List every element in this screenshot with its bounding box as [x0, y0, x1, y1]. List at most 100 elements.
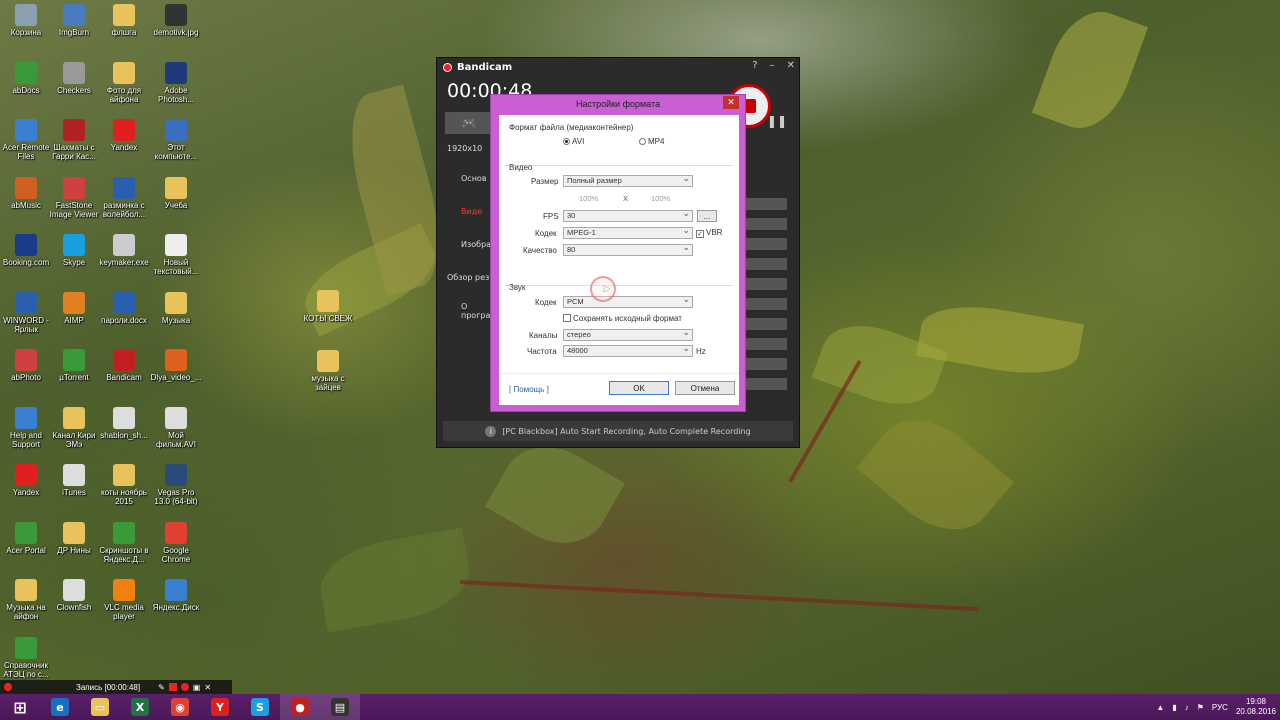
help-link[interactable]: [ Помощь ]: [509, 385, 549, 394]
sidebar-item-image[interactable]: Изображ: [445, 228, 498, 261]
taskbar-chrome-button[interactable]: ◉: [160, 694, 200, 720]
desktop-icon[interactable]: µTorrent: [48, 349, 100, 382]
volume-icon[interactable]: ♪: [1185, 703, 1189, 712]
dialog-close-button[interactable]: ✕: [723, 96, 739, 109]
sidebar-item-video[interactable]: Виде: [445, 195, 495, 228]
desktop-icon[interactable]: Канал Кири ЭМэ: [48, 406, 100, 449]
desktop-icon[interactable]: Acer Remote Files: [0, 119, 52, 161]
desktop-icon[interactable]: keymaker.exe: [98, 234, 150, 267]
game-mode-tab[interactable]: 🎮: [445, 112, 493, 134]
ok-button[interactable]: OK: [609, 381, 669, 395]
quality-select[interactable]: 80: [563, 242, 693, 256]
tray-arrow-icon[interactable]: ▲: [1156, 703, 1164, 712]
desktop-icon[interactable]: WINWORD - Ярлык: [0, 291, 52, 334]
desktop-icon[interactable]: Google Chrome: [150, 521, 202, 564]
desktop-icon[interactable]: Учеба: [150, 176, 202, 210]
clock[interactable]: 19:08 20.08.2016: [1236, 697, 1276, 717]
desktop-icon[interactable]: Checkers: [48, 61, 100, 95]
audio-codec-select[interactable]: PCM: [563, 294, 693, 308]
taskbar-ie-button[interactable]: e: [40, 694, 80, 720]
cancel-button[interactable]: Отмена: [675, 381, 735, 395]
flag-icon[interactable]: ⚑: [1197, 703, 1204, 712]
language-indicator[interactable]: РУС: [1212, 703, 1228, 712]
desktop-icon[interactable]: коты ноябрь 2015: [98, 464, 150, 506]
sidebar-item-general[interactable]: Основ: [445, 162, 495, 195]
stop-icon[interactable]: [168, 683, 177, 691]
mp4-radio[interactable]: MP4: [639, 137, 664, 146]
recording-status-bar[interactable]: Запись [00:00:48] ✎ ▣ ✕: [0, 680, 232, 694]
desktop-icon[interactable]: Bandicam: [98, 349, 150, 382]
desktop-icon[interactable]: Корзина: [0, 4, 52, 37]
fps-select[interactable]: 30: [563, 208, 693, 222]
taskbar-explorer-button[interactable]: ▭: [80, 694, 120, 720]
desktop-icon[interactable]: Музыка на айфон: [0, 579, 52, 621]
desktop-icon[interactable]: abDocs: [0, 61, 52, 95]
desktop-icon[interactable]: Acer Portal: [0, 521, 52, 555]
desktop-icon[interactable]: разминка с волейбол...: [98, 176, 150, 219]
desktop-icon[interactable]: Adobe Photosh...: [150, 61, 202, 104]
desktop-icon[interactable]: Мой фильм.AVI: [150, 406, 202, 449]
taskbar-skype-button[interactable]: S: [240, 694, 280, 720]
taskbar-bandicam-button[interactable]: ●: [280, 694, 320, 720]
network-icon[interactable]: ▮: [1172, 703, 1176, 712]
desktop-icon[interactable]: shablon_sh...: [98, 406, 150, 440]
desktop-icon[interactable]: iTunes: [48, 464, 100, 497]
desktop-icon[interactable]: ДР Нины: [48, 521, 100, 555]
desktop-icon[interactable]: Yandex: [98, 119, 150, 152]
codec-select[interactable]: MPEG-1: [563, 225, 693, 239]
desktop-icon[interactable]: флшга: [98, 4, 150, 37]
taskbar-start-button[interactable]: ⊞: [0, 694, 40, 720]
desktop-icon-label: abMusic: [11, 200, 41, 210]
sidebar-item-about[interactable]: О програ: [445, 294, 495, 327]
desktop-icon[interactable]: Новый текстовый...: [150, 234, 202, 276]
desktop-icon[interactable]: Фото для айфона: [98, 61, 150, 104]
desktop-icon[interactable]: Help and Support: [0, 406, 52, 449]
taskbar-vegas-button[interactable]: ▤: [320, 694, 360, 720]
channels-select[interactable]: стерео: [563, 327, 693, 341]
close-button[interactable]: ✕: [787, 60, 795, 71]
desktop-icon[interactable]: Booking.com: [0, 234, 52, 267]
camera-icon[interactable]: ▣: [193, 683, 201, 692]
help-button[interactable]: ?: [752, 60, 757, 71]
format-settings-dialog[interactable]: Настройки формата ✕ Формат файла (медиак…: [490, 94, 746, 412]
bandicam-titlebar[interactable]: Bandicam: [437, 58, 799, 76]
pause-icon[interactable]: ❚❚: [767, 114, 787, 128]
desktop-icon[interactable]: музыка с зайцев: [302, 350, 354, 392]
sidebar-item-output[interactable]: Обзор резу: [445, 261, 495, 294]
desktop-icon[interactable]: пароли.docx: [98, 291, 150, 325]
desktop-icon[interactable]: ImgBurn: [48, 4, 100, 37]
keymaker-icon: [113, 234, 135, 256]
desktop-icon[interactable]: КОТЫ СВЕЖ: [302, 290, 354, 323]
bandicam-title: Bandicam: [457, 61, 513, 73]
desktop-icon[interactable]: abPhoto: [0, 349, 52, 382]
desktop-icon[interactable]: VLC media player: [98, 579, 150, 621]
desktop-icon[interactable]: Vegas Pro 13.0 (64-bit): [150, 464, 202, 506]
desktop-icon[interactable]: Dlya_video_...: [150, 349, 202, 382]
frequency-select[interactable]: 48000: [563, 343, 693, 357]
size-select[interactable]: Полный размер: [563, 173, 693, 187]
record-icon[interactable]: [180, 683, 189, 691]
desktop-icon[interactable]: Яндекс.Диск: [150, 579, 202, 612]
desktop-icon[interactable]: Yandex: [0, 464, 52, 497]
desktop-icon[interactable]: demotivk.jpg: [150, 4, 202, 37]
desktop-icon[interactable]: abMusic: [0, 176, 52, 210]
taskbar-yandex-button[interactable]: Y: [200, 694, 240, 720]
desktop-icon[interactable]: Скриншоты в Яндекс.Д...: [98, 521, 150, 564]
desktop-icon[interactable]: Справочник АТЭЦ по с...: [0, 636, 52, 679]
avi-radio[interactable]: AVI: [563, 137, 584, 146]
bandicam-footer[interactable]: i [PC Blackbox] Auto Start Recording, Au…: [443, 421, 793, 441]
desktop-icon[interactable]: Skype: [48, 234, 100, 267]
desktop-icon[interactable]: Этот компьюте...: [150, 119, 202, 161]
keep-format-checkbox[interactable]: Сохранять исходный формат: [563, 314, 682, 323]
desktop-icon[interactable]: Шахматы с Гарри Кас...: [48, 119, 100, 161]
pencil-icon[interactable]: ✎: [158, 683, 165, 692]
taskbar-excel-button[interactable]: X: [120, 694, 160, 720]
desktop-icon[interactable]: Clownfish: [48, 579, 100, 612]
close-icon[interactable]: ✕: [204, 683, 211, 692]
vbr-checkbox[interactable]: ✓ VBR: [696, 228, 722, 238]
desktop-icon[interactable]: AIMP: [48, 291, 100, 325]
fps-more-button[interactable]: ...: [697, 210, 717, 222]
desktop-icon[interactable]: Музыка: [150, 291, 202, 325]
minimize-button[interactable]: –: [770, 60, 775, 71]
desktop-icon[interactable]: FastStone Image Viewer: [48, 176, 100, 219]
